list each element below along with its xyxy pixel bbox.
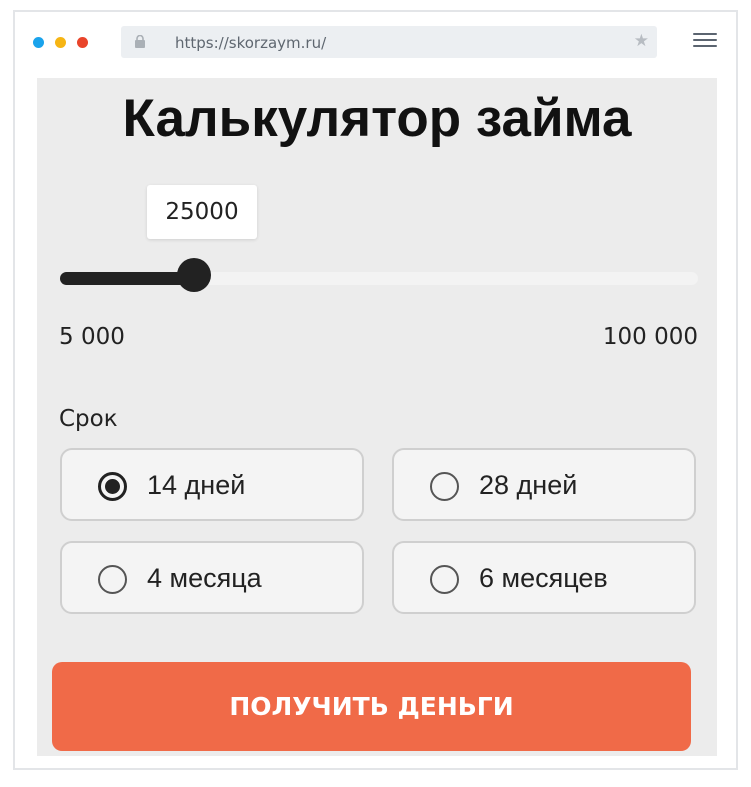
window-dot-blue[interactable] [33,37,44,48]
radio-unselected-icon[interactable] [98,565,127,594]
browser-window: https://skorzaym.ru/ ★ Калькулятор займа… [13,10,738,770]
loan-calculator: Калькулятор займа 25000 5 000 100 000 Ср… [37,78,717,756]
term-option-label: 14 дней [147,470,246,500]
address-bar[interactable]: https://skorzaym.ru/ ★ [121,26,657,58]
lock-icon [135,35,145,48]
bookmark-star-icon[interactable]: ★ [634,31,649,51]
term-option-label: 28 дней [479,470,578,500]
amount-tooltip: 25000 [147,185,257,239]
amount-min-label: 5 000 [59,324,125,350]
term-option-14-days[interactable]: 14 дней [60,448,364,521]
term-option-label: 6 месяцев [479,563,608,593]
term-label: Срок [59,406,118,432]
term-option-4-months[interactable]: 4 месяца [60,541,364,614]
window-dot-yellow[interactable] [55,37,66,48]
get-money-button[interactable]: ПОЛУЧИТЬ ДЕНЬГИ [52,662,691,751]
radio-selected-icon[interactable] [98,472,127,501]
amount-slider-handle[interactable] [177,258,211,292]
term-option-label: 4 месяца [147,563,262,593]
window-dot-red[interactable] [77,37,88,48]
amount-slider-track[interactable] [60,272,698,285]
term-option-28-days[interactable]: 28 дней [392,448,696,521]
radio-unselected-icon[interactable] [430,472,459,501]
radio-unselected-icon[interactable] [430,565,459,594]
amount-slider-fill [60,272,194,285]
term-option-6-months[interactable]: 6 месяцев [392,541,696,614]
url-text: https://skorzaym.ru/ [175,34,327,52]
page-title: Калькулятор займа [122,89,632,148]
amount-max-label: 100 000 [602,324,698,350]
menu-icon[interactable] [693,33,717,51]
